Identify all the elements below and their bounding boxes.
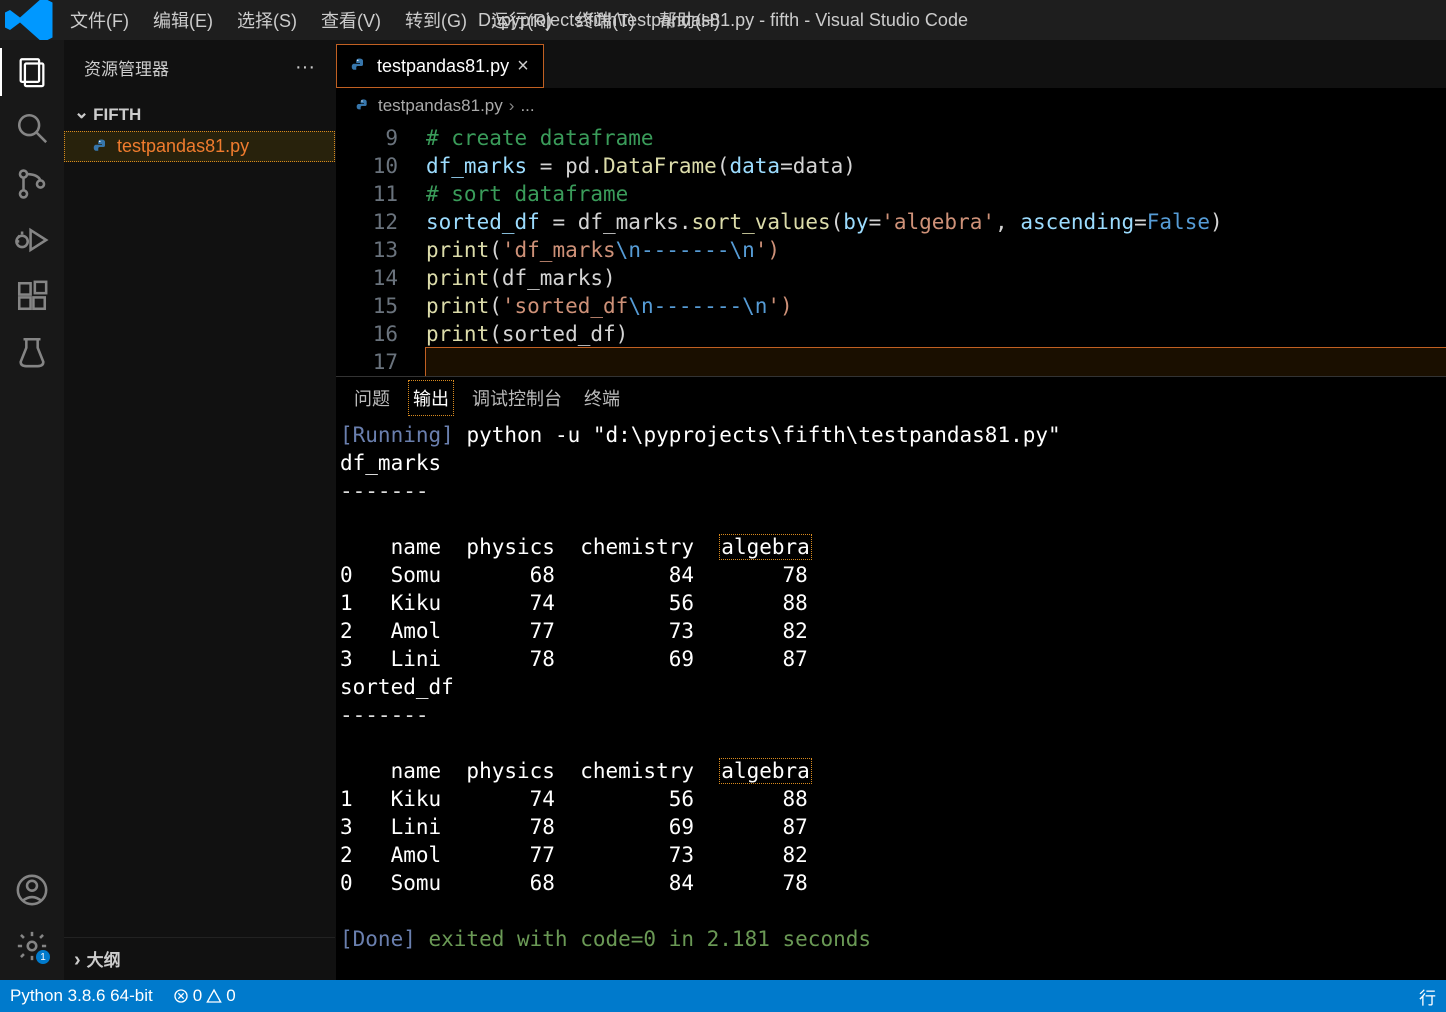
tab-terminal[interactable]: 终端 (580, 381, 624, 415)
explorer-sidebar: 资源管理器 ··· FIFTH testpandas81.py 大纲 (64, 40, 336, 980)
python-file-icon (351, 57, 369, 75)
status-bar: Python 3.8.6 64-bit 0 0 行 (0, 980, 1446, 1012)
source-control-icon[interactable] (8, 160, 56, 208)
breadcrumb-more: ... (520, 96, 534, 116)
tab-output[interactable]: 输出 (408, 380, 454, 416)
menu-select[interactable]: 选择(S) (227, 3, 307, 37)
status-problems[interactable]: 0 0 (173, 986, 236, 1006)
breadcrumb-file: testpandas81.py (378, 96, 503, 116)
breadcrumb[interactable]: testpandas81.py › ... (336, 88, 1446, 124)
menu-file[interactable]: 文件(F) (60, 3, 139, 37)
status-python[interactable]: Python 3.8.6 64-bit (10, 986, 153, 1006)
tab-problems[interactable]: 问题 (350, 381, 394, 415)
file-item-testpandas81[interactable]: testpandas81.py (64, 131, 335, 162)
output-content[interactable]: [Running] python -u "d:\pyprojects\fifth… (336, 419, 1446, 980)
error-icon (173, 988, 189, 1004)
explorer-title: 资源管理器 (84, 55, 169, 80)
outline-section[interactable]: 大纲 (64, 937, 335, 980)
folder-header[interactable]: FIFTH (64, 98, 335, 131)
tab-debug-console[interactable]: 调试控制台 (468, 381, 566, 415)
window-title: D:\pyprojects\fifth\testpandas81.py - fi… (478, 10, 968, 31)
titlebar: 文件(F) 编辑(E) 选择(S) 查看(V) 转到(G) 运行(R) 终端(T… (0, 0, 1446, 40)
panel-tabs: 问题 输出 调试控制台 终端 (336, 377, 1446, 419)
status-line-col[interactable]: 行 (1419, 984, 1436, 1009)
settings-gear-icon[interactable]: 1 (8, 922, 56, 970)
run-debug-icon[interactable] (8, 216, 56, 264)
editor-tabs: testpandas81.py × (336, 40, 1446, 88)
bottom-panel: 问题 输出 调试控制台 终端 [Running] python -u "d:\p… (336, 376, 1446, 980)
search-icon[interactable] (8, 104, 56, 152)
tab-label: testpandas81.py (377, 56, 509, 77)
activity-bar: 1 (0, 40, 64, 980)
code-editor[interactable]: 9# create dataframe 10df_marks = pd.Data… (336, 124, 1446, 376)
file-name: testpandas81.py (117, 136, 249, 157)
warning-icon (206, 988, 222, 1004)
menu-go[interactable]: 转到(G) (395, 3, 477, 37)
explorer-more-icon[interactable]: ··· (295, 56, 315, 79)
close-icon[interactable]: × (517, 55, 529, 78)
menu-edit[interactable]: 编辑(E) (143, 3, 223, 37)
extensions-icon[interactable] (8, 272, 56, 320)
explorer-icon[interactable] (8, 48, 56, 96)
python-file-icon (93, 138, 111, 156)
account-icon[interactable] (8, 866, 56, 914)
tab-testpandas81[interactable]: testpandas81.py × (336, 44, 544, 88)
menu-view[interactable]: 查看(V) (311, 3, 391, 37)
testing-icon[interactable] (8, 328, 56, 376)
settings-badge: 1 (36, 950, 50, 964)
chevron-right-icon: › (509, 96, 515, 116)
python-file-icon (356, 98, 372, 114)
editor-area: testpandas81.py × testpandas81.py › ... … (336, 40, 1446, 980)
